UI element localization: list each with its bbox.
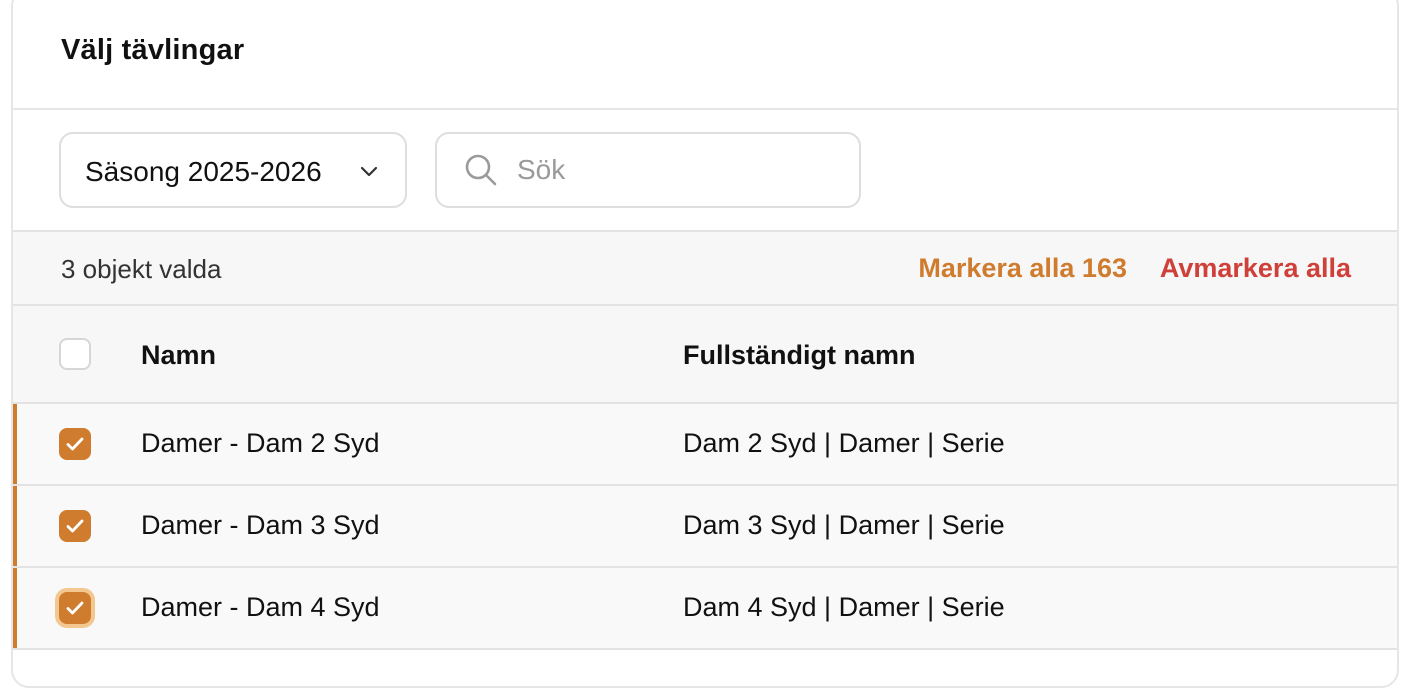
check-icon: [66, 519, 84, 533]
select-all-link[interactable]: Markera alla 163: [918, 253, 1127, 284]
search-input[interactable]: [517, 148, 837, 192]
row-name: Damer - Dam 2 Syd: [141, 428, 380, 458]
column-header-name[interactable]: Namn: [141, 340, 216, 371]
row-name: Damer - Dam 4 Syd: [141, 592, 380, 622]
panel-header: Välj tävlingar: [13, 0, 1397, 110]
search-icon: [465, 154, 497, 186]
competition-picker-panel: Välj tävlingar Säsong 2025-2026 3 objekt…: [11, 0, 1399, 688]
row-full-name: Dam 3 Syd | Damer | Serie: [683, 510, 1005, 540]
table-row[interactable]: Damer - Dam 4 Syd Dam 4 Syd | Damer | Se…: [13, 568, 1397, 650]
check-icon: [66, 601, 84, 615]
row-selected-indicator: [13, 486, 17, 566]
row-full-name: Dam 2 Syd | Damer | Serie: [683, 428, 1005, 458]
select-all-checkbox[interactable]: [59, 338, 91, 370]
column-header-full-name[interactable]: Fullständigt namn: [683, 340, 916, 371]
deselect-all-link[interactable]: Avmarkera alla: [1160, 253, 1351, 284]
row-full-name: Dam 4 Syd | Damer | Serie: [683, 592, 1005, 622]
table-row[interactable]: Damer - Dam 3 Syd Dam 3 Syd | Damer | Se…: [13, 486, 1397, 568]
season-select-value: Säsong 2025-2026: [85, 156, 322, 187]
chevron-down-icon: [360, 166, 378, 177]
row-selected-indicator: [13, 568, 17, 648]
filter-toolbar: Säsong 2025-2026: [13, 110, 1397, 232]
check-icon: [66, 437, 84, 451]
search-field[interactable]: [435, 132, 861, 208]
selection-count: 3 objekt valda: [61, 254, 222, 284]
table-row[interactable]: Damer - Dam 2 Syd Dam 2 Syd | Damer | Se…: [13, 404, 1397, 486]
page-title: Välj tävlingar: [61, 34, 245, 66]
selection-bar: 3 objekt valda Markera alla 163 Avmarker…: [13, 232, 1397, 306]
row-checkbox[interactable]: [59, 592, 91, 624]
season-select[interactable]: Säsong 2025-2026: [59, 132, 407, 208]
row-name: Damer - Dam 3 Syd: [141, 510, 380, 540]
row-selected-indicator: [13, 404, 17, 484]
table-header: Namn Fullständigt namn: [13, 306, 1397, 404]
row-checkbox[interactable]: [59, 510, 91, 542]
row-checkbox[interactable]: [59, 428, 91, 460]
